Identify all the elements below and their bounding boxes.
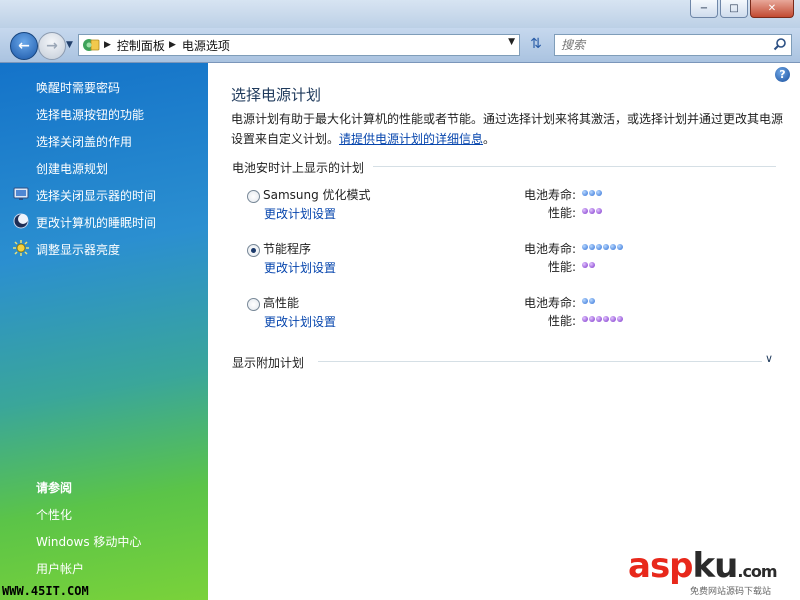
address-dropdown-icon[interactable]: ▼ [508, 37, 515, 47]
description-text: 电源计划有助于最大化计算机的性能或者节能。通过选择计划来将其激活，或选择计划并通… [231, 112, 784, 146]
see-also-mobility-center[interactable]: Windows 移动中心 [36, 533, 141, 550]
battery-rating-power-saver [582, 244, 623, 250]
performance-rating-samsung [582, 208, 602, 214]
battery-rating-dot [603, 244, 609, 250]
sidebar-link-brightness[interactable]: 调整显示器亮度 [36, 241, 120, 258]
show-additional-plans-label[interactable]: 显示附加计划 [232, 354, 304, 371]
battery-rating-dot [596, 190, 602, 196]
search-input[interactable] [559, 35, 763, 55]
performance-rating-power-saver [582, 262, 595, 268]
sidebar-link-wake-password[interactable]: 唤醒时需要密码 [36, 79, 120, 96]
plan-radio-high-performance[interactable] [247, 298, 260, 311]
sidebar-link-display-off[interactable]: 选择关闭显示器的时间 [36, 187, 156, 204]
battery-rating-samsung [582, 190, 602, 196]
sun-icon [13, 240, 29, 256]
page-description: 电源计划有助于最大化计算机的性能或者节能。通过选择计划来将其激活，或选择计划并通… [231, 109, 783, 149]
sidebar-link-power-buttons[interactable]: 选择电源按钮的功能 [36, 106, 144, 123]
monitor-icon [13, 187, 29, 200]
plan-radio-power-saver[interactable] [247, 244, 260, 257]
watermark-aspku: aspku.com [628, 546, 778, 586]
watermark-aspku-a: asp [628, 546, 694, 586]
watermark-aspku-b: ku [692, 546, 739, 586]
performance-rating-dot [589, 262, 595, 268]
sidebar-link-sleep-time[interactable]: 更改计算机的睡眠时间 [36, 214, 156, 231]
change-plan-settings-link[interactable]: 更改计划设置 [264, 313, 336, 330]
close-button[interactable]: ✕ [750, 0, 794, 18]
performance-rating-dot [596, 316, 602, 322]
forward-button[interactable]: → [38, 32, 66, 60]
battery-meter-group-label: 电池安时计上显示的计划 [232, 161, 365, 175]
sidebar-link-create-plan[interactable]: 创建电源规划 [36, 160, 108, 177]
performance-rating-dot [582, 262, 588, 268]
battery-life-label: 电池寿命: [523, 296, 576, 310]
performance-label: 性能: [547, 314, 576, 328]
battery-rating-dot [582, 298, 588, 304]
plan-name-power-saver[interactable]: 节能程序 [263, 240, 311, 257]
refresh-button[interactable]: ⇅ [524, 34, 548, 54]
moon-icon [13, 213, 29, 229]
performance-label: 性能: [547, 206, 576, 220]
window-controls: − □ ✕ [690, 0, 794, 18]
group-divider [373, 166, 776, 167]
battery-rating-dot [617, 244, 623, 250]
help-icon[interactable]: ? [775, 67, 790, 82]
additional-plans-divider [318, 361, 762, 362]
performance-label: 性能: [547, 260, 576, 274]
navigation-bar: ← → ▼ ▶ 控制面板 ▶ 电源选项 ▼ ⇅ [0, 28, 800, 63]
breadcrumb-power-options[interactable]: 电源选项 [182, 37, 230, 54]
performance-rating-dot [582, 208, 588, 214]
forward-arrow-icon: → [46, 38, 58, 54]
change-plan-settings-link[interactable]: 更改计划设置 [264, 205, 336, 222]
main-content: ? 选择电源计划 电源计划有助于最大化计算机的性能或者节能。通过选择计划来将其激… [208, 63, 800, 600]
battery-rating-high-performance [582, 298, 595, 304]
performance-rating-dot [582, 316, 588, 322]
performance-rating-dot [589, 316, 595, 322]
see-also-user-accounts[interactable]: 用户帐户 [36, 560, 84, 577]
breadcrumb-separator-icon[interactable]: ▶ [169, 40, 176, 50]
battery-rating-dot [589, 298, 595, 304]
breadcrumb-control-panel[interactable]: 控制面板 [117, 37, 165, 54]
watermark-aspku-subtitle: 免费网站源码下载站 [690, 587, 772, 597]
title-bar: − □ ✕ [0, 0, 800, 28]
battery-rating-dot [582, 244, 588, 250]
battery-rating-dot [596, 244, 602, 250]
breadcrumb-separator-icon[interactable]: ▶ [104, 40, 111, 50]
search-box [554, 34, 792, 56]
performance-rating-dot [617, 316, 623, 322]
plan-radio-samsung[interactable] [247, 190, 260, 203]
see-also-personalization[interactable]: 个性化 [36, 506, 72, 523]
performance-rating-dot [596, 208, 602, 214]
performance-rating-dot [589, 208, 595, 214]
watermark-aspku-c: .com [737, 562, 777, 581]
watermark-45it: WWW.45IT.COM [2, 584, 89, 598]
history-dropdown-icon[interactable]: ▼ [66, 40, 73, 50]
maximize-button[interactable]: □ [720, 0, 748, 18]
plan-name-high-performance[interactable]: 高性能 [263, 294, 299, 311]
back-arrow-icon: ← [18, 38, 30, 54]
search-icon[interactable] [773, 37, 787, 51]
see-also-heading: 请参阅 [36, 481, 73, 495]
battery-life-label: 电池寿命: [523, 188, 576, 202]
page-title: 选择电源计划 [231, 86, 322, 104]
chevron-down-icon[interactable]: ∨ [765, 352, 773, 365]
battery-rating-dot [589, 190, 595, 196]
plan-details-link[interactable]: 请提供电源计划的详细信息 [339, 132, 483, 146]
battery-rating-dot [582, 190, 588, 196]
battery-rating-dot [589, 244, 595, 250]
plan-name-samsung[interactable]: Samsung 优化模式 [263, 186, 371, 203]
address-bar[interactable]: ▶ 控制面板 ▶ 电源选项 ▼ [78, 34, 520, 56]
performance-rating-high-performance [582, 316, 623, 322]
control-panel-icon [83, 39, 100, 51]
description-end: 。 [483, 132, 496, 146]
back-button[interactable]: ← [10, 32, 38, 60]
performance-rating-dot [603, 316, 609, 322]
refresh-icon: ⇅ [530, 36, 542, 52]
minimize-button[interactable]: − [690, 0, 718, 18]
task-pane: 唤醒时需要密码 选择电源按钮的功能 选择关闭盖的作用 创建电源规划 选择关闭显示… [0, 63, 208, 600]
change-plan-settings-link[interactable]: 更改计划设置 [264, 259, 336, 276]
performance-rating-dot [610, 316, 616, 322]
battery-life-label: 电池寿命: [523, 242, 576, 256]
sidebar-link-lid-close[interactable]: 选择关闭盖的作用 [36, 133, 132, 150]
battery-rating-dot [610, 244, 616, 250]
